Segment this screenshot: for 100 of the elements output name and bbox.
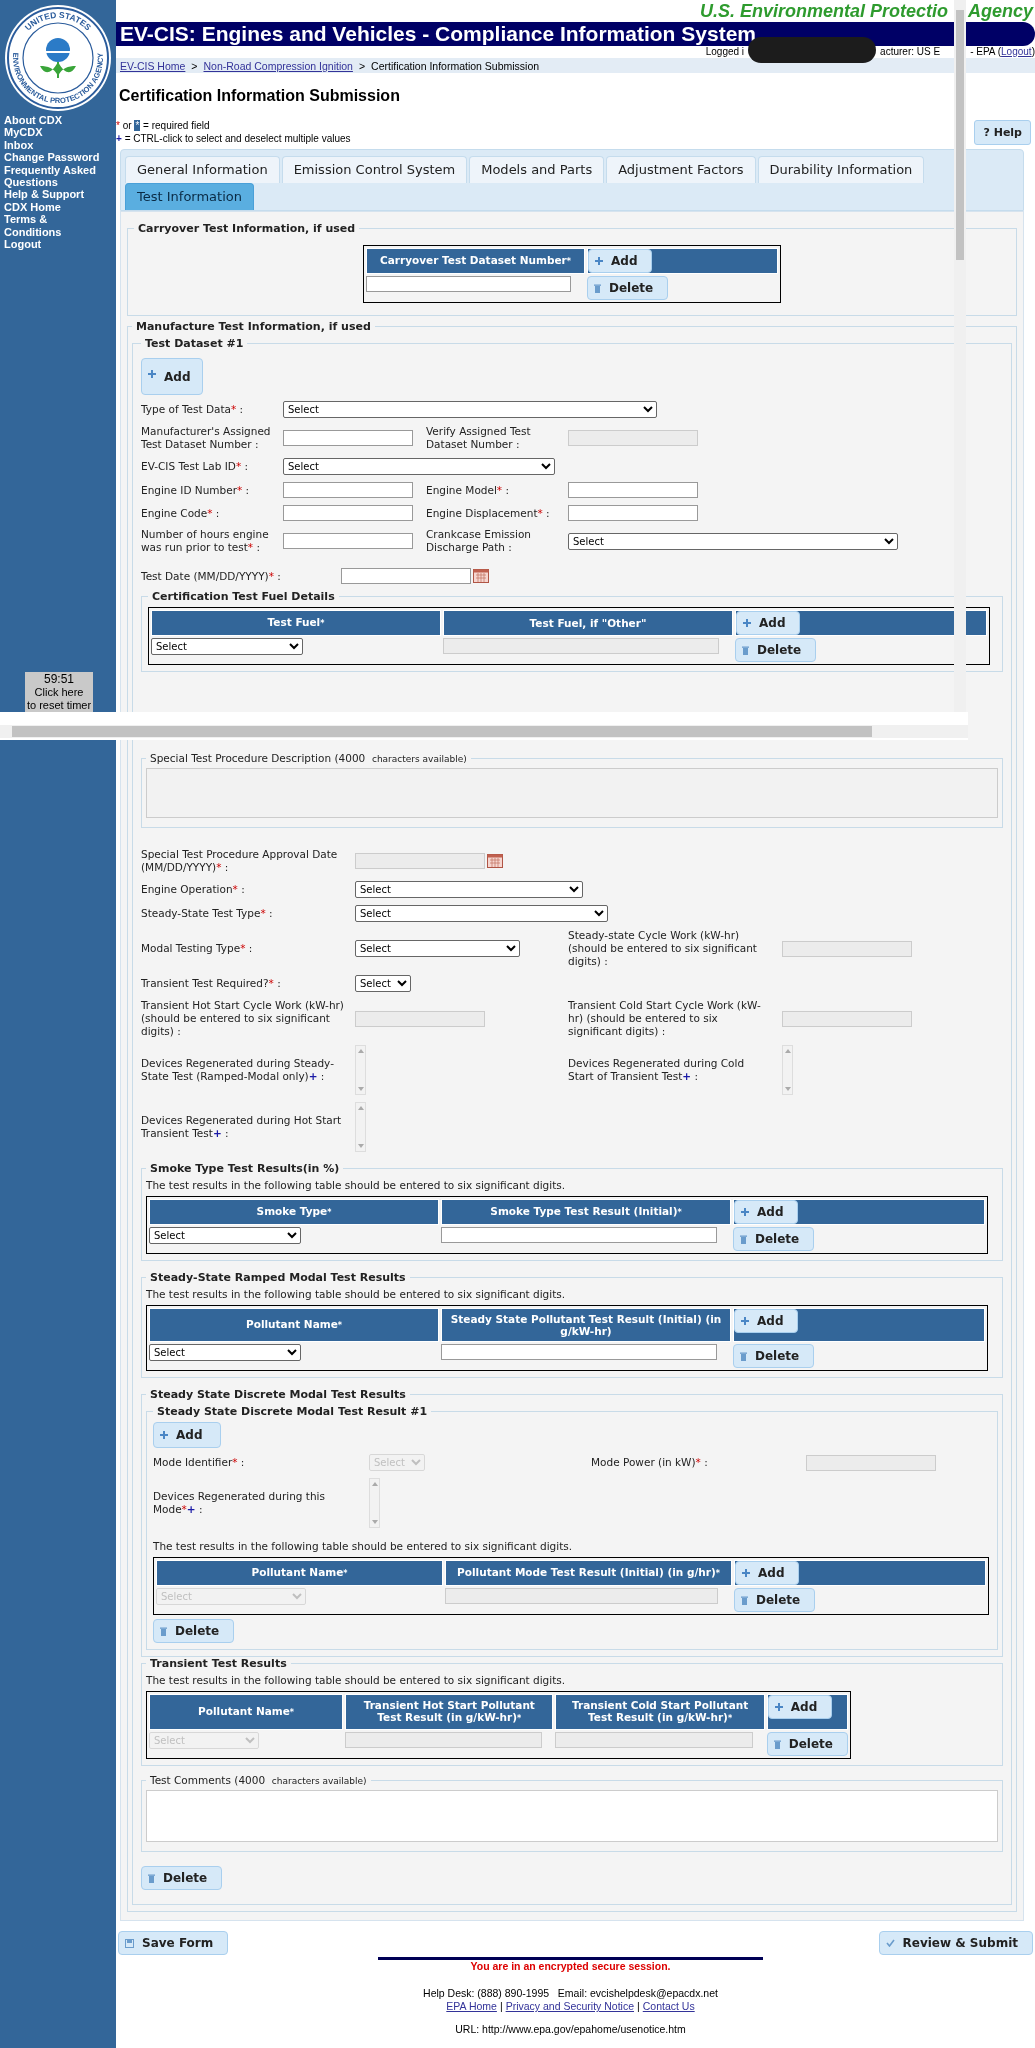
section-title: Certification Test Fuel Details xyxy=(151,590,336,603)
add-button[interactable]: Add xyxy=(736,611,801,635)
field-label: Devices Regenerated during Steady-State Test (Ramped-Modal only)+ : xyxy=(141,1057,335,1083)
sidebar-link[interactable]: Help & Support xyxy=(4,188,104,201)
select-field[interactable]: Select xyxy=(283,401,657,418)
field-label: Special Test Procedure Description (4000 characters available) xyxy=(150,752,467,764)
delete-button[interactable]: Delete xyxy=(733,1227,815,1251)
sidebar-link[interactable]: Change Password xyxy=(4,151,104,164)
field-label: Type of Test Data* : xyxy=(141,403,245,416)
tab[interactable]: Adjustment Factors xyxy=(606,156,756,183)
field-label: Engine Model* : xyxy=(426,483,510,497)
down-arrow-icon xyxy=(357,1144,364,1148)
select-field[interactable]: Select xyxy=(355,905,608,922)
select-field[interactable]: Select xyxy=(151,638,303,655)
field-label: Mode Identifier* : xyxy=(153,1456,246,1469)
add-button[interactable]: Add xyxy=(735,1561,800,1585)
text-field[interactable] xyxy=(283,430,413,446)
plus-icon xyxy=(741,1208,749,1216)
select-field[interactable]: Select xyxy=(355,881,583,898)
tab[interactable]: Models and Parts xyxy=(469,156,605,183)
select-field[interactable]: Select xyxy=(355,940,520,957)
sidebar-link[interactable]: Terms & Conditions xyxy=(4,213,104,239)
logout-link[interactable]: Logout xyxy=(1001,46,1032,57)
save-button[interactable]: Save Form xyxy=(118,1931,229,1955)
session-timer-button[interactable]: 59:51 Click here to reset timer xyxy=(25,672,93,714)
text-field[interactable] xyxy=(568,505,698,521)
add-button[interactable]: Add xyxy=(141,358,204,395)
delete-button[interactable]: Delete xyxy=(141,1866,223,1890)
delete-button[interactable]: Delete xyxy=(153,1619,235,1643)
add-button[interactable]: Add xyxy=(734,1200,799,1224)
calendar-icon[interactable] xyxy=(473,569,489,583)
select-field[interactable]: Select xyxy=(283,458,555,475)
add-button[interactable]: Add xyxy=(767,1695,833,1719)
trash-icon xyxy=(742,645,749,655)
secure-session-notice: You are in an encrypted secure session. xyxy=(470,1960,671,1973)
footer-link[interactable]: EPA Home xyxy=(446,2000,497,2013)
sidebar-link[interactable]: MyCDX xyxy=(4,126,104,139)
select-field[interactable]: Select xyxy=(568,532,898,550)
tab[interactable]: Emission Control System xyxy=(281,156,468,183)
trash-icon xyxy=(594,283,601,293)
trash-icon xyxy=(741,1595,748,1605)
down-arrow-icon xyxy=(784,1087,791,1091)
down-arrow-icon xyxy=(357,1087,364,1091)
plus-icon xyxy=(741,1317,749,1325)
text-field[interactable] xyxy=(283,505,413,521)
plus-icon xyxy=(160,1431,168,1439)
field-label: EV-CIS Test Lab ID* : xyxy=(141,460,250,473)
plus-icon xyxy=(743,619,751,627)
text-field[interactable] xyxy=(441,1227,717,1243)
field-label: Steady-State Test Type* : xyxy=(141,907,274,920)
select-field[interactable]: Select xyxy=(355,975,411,992)
help-button[interactable]: ? Help xyxy=(974,120,1031,145)
date-field[interactable] xyxy=(341,568,471,584)
sidebar-link[interactable]: Frequently Asked Questions xyxy=(4,163,104,189)
tab[interactable]: Test Information xyxy=(125,183,254,210)
text-field[interactable] xyxy=(283,533,413,549)
select-field[interactable]: Select xyxy=(149,1227,301,1244)
review-submit-button[interactable]: Review & Submit xyxy=(878,1931,1033,1955)
breadcrumb-link[interactable]: EV-CIS Home xyxy=(120,59,186,72)
up-arrow-icon xyxy=(357,1106,364,1110)
delete-button[interactable]: Delete xyxy=(587,276,669,300)
tab[interactable]: Durability Information xyxy=(757,156,925,183)
column-header: Smoke Type* xyxy=(149,1199,439,1225)
field-label: Devices Regenerated during Hot Start Transient Test+ : xyxy=(141,1114,343,1140)
sidebar-link[interactable]: Inbox xyxy=(4,138,104,152)
save-icon xyxy=(125,1938,134,1948)
text-field[interactable] xyxy=(568,482,698,498)
field-label: Number of hours engine was run prior to test* : xyxy=(141,528,270,554)
field-label: Devices Regenerated during Cold Start of Transient Test+ : xyxy=(568,1057,746,1083)
delete-button[interactable]: Delete xyxy=(766,1732,848,1756)
text-field[interactable] xyxy=(441,1344,717,1360)
up-arrow-icon xyxy=(357,1049,364,1053)
calendar-icon[interactable] xyxy=(487,854,503,868)
section-title: Test Dataset #1 xyxy=(144,337,245,350)
breadcrumb-link[interactable]: Non-Road Compression Ignition xyxy=(203,59,353,72)
add-button[interactable]: Add xyxy=(588,249,653,273)
text-field[interactable] xyxy=(366,276,571,292)
sidebar-link[interactable]: Logout xyxy=(4,238,104,251)
sidebar-link[interactable]: CDX Home xyxy=(4,200,104,214)
comments-field[interactable] xyxy=(146,1790,998,1842)
add-button[interactable]: Add xyxy=(153,1422,222,1448)
login-text: ) xyxy=(1031,46,1035,57)
text-field[interactable] xyxy=(283,482,413,498)
tab[interactable]: General Information xyxy=(125,156,280,183)
app-title: EV-CIS: Engines and Vehicles - Compliance Information System xyxy=(116,22,1035,46)
delete-button[interactable]: Delete xyxy=(735,638,817,662)
sidebar-link[interactable]: About CDX xyxy=(4,114,104,127)
section-title: Manufacture Test Information, if used xyxy=(135,320,372,333)
horizontal-scrollbar[interactable] xyxy=(0,725,968,738)
delete-button[interactable]: Delete xyxy=(733,1344,815,1368)
footer-link[interactable]: Contact Us xyxy=(642,2000,695,2013)
table-note: The test results in the following table should be entered to six significant digits. xyxy=(153,1540,574,1553)
vertical-scrollbar[interactable] xyxy=(954,0,966,712)
footer-link[interactable]: Privacy and Security Notice xyxy=(505,2000,634,2013)
delete-button[interactable]: Delete xyxy=(734,1588,816,1612)
select-field[interactable]: Select xyxy=(149,1344,301,1361)
add-button[interactable]: Add xyxy=(734,1309,799,1333)
link-separator: | xyxy=(637,2000,640,2013)
column-header: Pollutant Mode Test Result (Initial) (in g/hr)* xyxy=(445,1560,732,1586)
field-label: Engine ID Number* : xyxy=(141,483,251,497)
